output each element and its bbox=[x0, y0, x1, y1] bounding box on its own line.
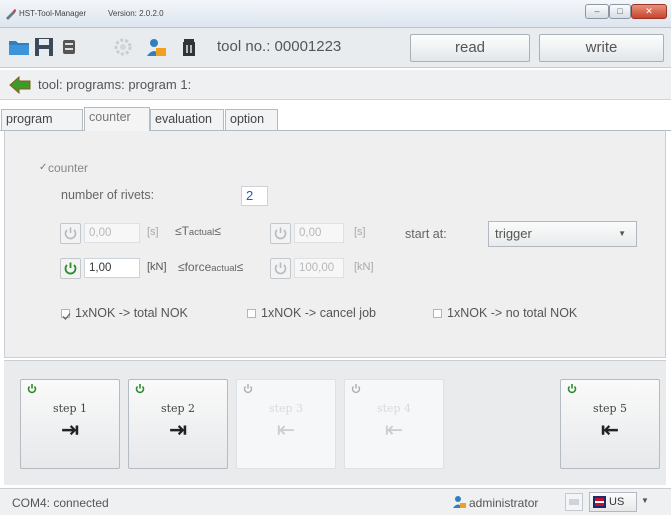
rivets-input[interactable]: 2 bbox=[241, 186, 268, 206]
tool-number: tool no.: 00001223 bbox=[217, 38, 342, 55]
language-select[interactable]: US bbox=[589, 492, 637, 512]
step-2-button[interactable]: step 2 ⇥ bbox=[128, 379, 228, 469]
flag-icon bbox=[593, 496, 606, 508]
arrow-right-bar-icon: ⇥ bbox=[168, 418, 188, 443]
trash-icon[interactable] bbox=[178, 36, 200, 58]
power-icon bbox=[274, 227, 287, 240]
t-le-sign: ≤T bbox=[175, 224, 189, 238]
minimize-button[interactable]: – bbox=[585, 4, 609, 19]
counter-section-label: counter bbox=[48, 161, 89, 175]
app-title: HST-Tool-Manager bbox=[19, 9, 87, 18]
f-actual-sub: actual bbox=[211, 263, 237, 274]
toolbar: tool no.: 00001223 read write bbox=[0, 28, 671, 68]
arrow-left-bar-icon: ⇤ bbox=[384, 418, 404, 443]
chevron-down-icon: ▼ bbox=[641, 496, 649, 505]
t-actual-label: ≤Tactual≤ bbox=[175, 224, 221, 238]
f-min-unit: [kN] bbox=[147, 261, 167, 273]
breadcrumb-bar: tool: programs: program 1: bbox=[0, 70, 671, 100]
force-actual-label: ≤forceactual≤ bbox=[178, 260, 243, 274]
f-min-input[interactable]: 1,00 bbox=[84, 258, 140, 278]
power-icon bbox=[567, 384, 577, 394]
step-3-label: step 3 bbox=[268, 402, 304, 415]
start-at-select[interactable]: trigger ▼ bbox=[488, 221, 637, 247]
f-le-sign-2: ≤ bbox=[236, 260, 244, 274]
arrow-left-bar-icon: ⇤ bbox=[600, 418, 620, 443]
language-value: US bbox=[609, 496, 625, 508]
counter-check-icon[interactable]: ✓ bbox=[39, 162, 47, 173]
power-icon bbox=[243, 384, 253, 394]
tab-counter[interactable]: counter bbox=[84, 107, 150, 131]
f-min-power-button[interactable] bbox=[60, 258, 81, 279]
current-user: administrator bbox=[469, 496, 539, 510]
f-max-unit: [kN] bbox=[354, 261, 374, 273]
opt-cancel-job-checkbox[interactable] bbox=[247, 309, 256, 318]
breadcrumb: tool: programs: program 1: bbox=[38, 77, 192, 92]
t-actual-sub: actual bbox=[188, 227, 215, 238]
arrow-right-bar-icon: ⇥ bbox=[60, 418, 80, 443]
tab-program[interactable]: program bbox=[1, 109, 83, 130]
back-arrow-icon[interactable] bbox=[9, 76, 31, 94]
chevron-down-icon: ▼ bbox=[618, 229, 626, 238]
keyboard-button[interactable] bbox=[565, 493, 583, 511]
users-icon[interactable] bbox=[145, 36, 167, 58]
step-5-button[interactable]: step 5 ⇤ bbox=[560, 379, 660, 469]
opt-total-nok-label: 1xNOK -> total NOK bbox=[75, 306, 188, 320]
app-version: Version: 2.0.2.0 bbox=[108, 9, 164, 18]
t-min-power-button bbox=[60, 223, 81, 244]
power-icon bbox=[64, 262, 77, 275]
power-icon bbox=[274, 262, 287, 275]
t-max-input: 0,00 bbox=[294, 223, 344, 243]
opt-no-total-nok-checkbox[interactable] bbox=[433, 309, 442, 318]
close-button[interactable]: ✕ bbox=[631, 4, 667, 19]
gear-icon bbox=[114, 38, 132, 56]
list-icon[interactable] bbox=[58, 36, 80, 58]
app-icon bbox=[6, 9, 16, 20]
step-1-label: step 1 bbox=[52, 402, 88, 415]
tab-evaluation[interactable]: evaluation bbox=[150, 109, 224, 130]
opt-cancel-job-label: 1xNOK -> cancel job bbox=[261, 306, 376, 320]
power-icon bbox=[135, 384, 145, 394]
save-icon[interactable] bbox=[33, 36, 55, 58]
write-button[interactable]: write bbox=[539, 34, 664, 62]
t-le-sign-2: ≤ bbox=[214, 224, 221, 238]
start-at-value: trigger bbox=[495, 226, 532, 241]
tab-option[interactable]: option bbox=[225, 109, 278, 130]
opt-no-total-nok-label: 1xNOK -> no total NOK bbox=[447, 306, 578, 320]
t-max-power-button bbox=[270, 223, 291, 244]
read-button[interactable]: read bbox=[410, 34, 530, 62]
step-1-button[interactable]: step 1 ⇥ bbox=[20, 379, 120, 469]
f-le-sign: ≤force bbox=[178, 260, 212, 274]
arrow-left-bar-icon: ⇤ bbox=[276, 418, 296, 443]
f-max-power-button bbox=[270, 258, 291, 279]
t-max-unit: [s] bbox=[354, 226, 366, 238]
rivets-label: number of rivets: bbox=[61, 188, 155, 202]
folder-icon[interactable] bbox=[8, 36, 30, 58]
t-min-unit: [s] bbox=[147, 226, 159, 238]
status-bar: COM4: connected administrator US ▼ bbox=[0, 488, 671, 515]
start-at-label: start at: bbox=[405, 227, 447, 241]
t-min-input: 0,00 bbox=[84, 223, 140, 243]
step-2-label: step 2 bbox=[160, 402, 196, 415]
step-4-button: step 4 ⇤ bbox=[344, 379, 444, 469]
maximize-button[interactable]: □ bbox=[609, 4, 631, 19]
opt-total-nok-checkbox[interactable] bbox=[61, 309, 71, 320]
title-bar: HST-Tool-Manager Version: 2.0.2.0 – □ ✕ bbox=[0, 0, 671, 28]
power-icon bbox=[351, 384, 361, 394]
step-5-label: step 5 bbox=[592, 402, 628, 415]
checkmark-icon bbox=[62, 313, 71, 320]
user-icon bbox=[453, 496, 466, 508]
power-icon bbox=[27, 384, 37, 394]
keyboard-icon bbox=[569, 499, 579, 505]
connection-status: COM4: connected bbox=[12, 496, 109, 510]
power-icon bbox=[64, 227, 77, 240]
step-4-label: step 4 bbox=[376, 402, 412, 415]
step-3-button: step 3 ⇤ bbox=[236, 379, 336, 469]
f-max-input: 100,00 bbox=[294, 258, 344, 278]
